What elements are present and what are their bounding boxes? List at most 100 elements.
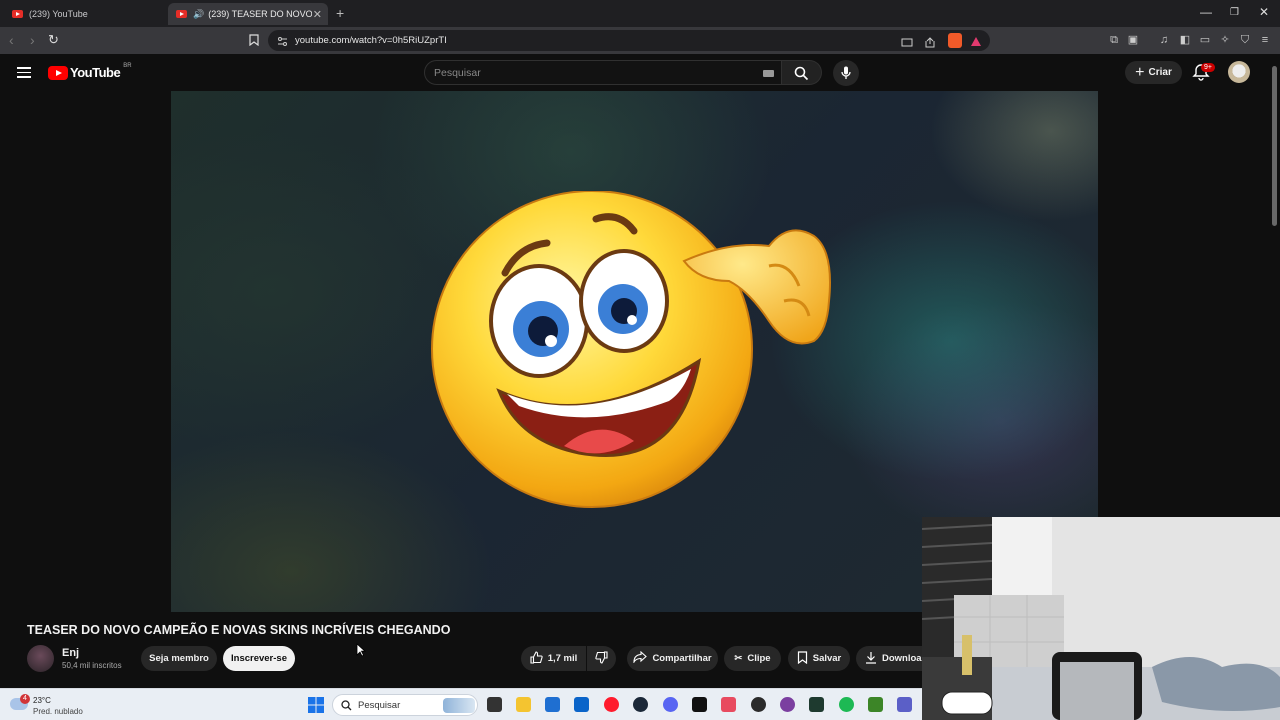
webcam-overlay (922, 517, 1280, 720)
youtube-header: YouTube BR + Criar (0, 54, 1270, 91)
download-label: Download (882, 653, 928, 664)
new-tab-button[interactable]: + (336, 5, 344, 21)
youtube-favicon-icon (176, 10, 187, 18)
site-settings-icon[interactable] (277, 34, 288, 52)
leo-ai-icon[interactable]: ✧ (1219, 34, 1231, 46)
minecraft-icon[interactable] (868, 697, 883, 712)
mouse-cursor-icon (356, 643, 366, 657)
dislike-button[interactable] (587, 646, 616, 671)
create-button[interactable]: + Criar (1125, 61, 1182, 84)
close-window-button[interactable]: ✕ (1259, 5, 1269, 19)
logo-wordmark: YouTube (70, 65, 121, 80)
minimize-window-button[interactable]: — (1200, 5, 1212, 19)
steam-icon[interactable] (633, 697, 648, 712)
join-label: Seja membro (149, 653, 209, 664)
menu-icon[interactable]: ≡ (1259, 34, 1271, 46)
reload-button[interactable]: ↻ (48, 32, 59, 48)
windows-taskbar: 4 23°C Pred. nublado Pesquisar (0, 688, 922, 720)
join-membership-button[interactable]: Seja membro (141, 646, 217, 671)
tab-youtube-home[interactable]: (239) YouTube (4, 3, 164, 25)
search-icon (794, 66, 809, 81)
address-bar[interactable]: youtube.com/watch?v=0h5RiUZprTI (268, 30, 990, 51)
share-page-icon[interactable] (924, 35, 936, 53)
search-button[interactable] (782, 60, 822, 85)
scrollbar-thumb[interactable] (1272, 66, 1277, 226)
brave-shields-icon[interactable] (948, 33, 962, 48)
outlook-icon[interactable] (574, 697, 589, 712)
teams-icon[interactable] (897, 697, 912, 712)
taskbar-search-label: Pesquisar (358, 700, 401, 711)
twitch-icon[interactable] (780, 697, 795, 712)
share-arrow-icon (633, 650, 648, 666)
close-tab-icon[interactable]: ✕ (313, 8, 322, 21)
share-label: Compartilhar (652, 653, 712, 664)
subscribe-label: Inscrever-se (231, 653, 287, 664)
scissors-icon: ✂ (734, 653, 743, 664)
clip-button[interactable]: ✂ Clipe (724, 646, 781, 671)
subscribe-button[interactable]: Inscrever-se (223, 646, 295, 671)
vpn-shield-icon[interactable]: ⛉ (1239, 34, 1251, 46)
clip-label: Clipe (747, 653, 771, 664)
microsoft-store-icon[interactable] (545, 697, 560, 712)
channel-name[interactable]: Enj (62, 647, 79, 659)
subscriber-count: 50,4 mil inscritos (62, 661, 122, 670)
typora-icon[interactable] (721, 697, 736, 712)
youtube-favicon-icon (12, 10, 23, 18)
save-label: Salvar (812, 653, 842, 664)
tiktok-icon[interactable] (692, 697, 707, 712)
voice-search-button[interactable] (833, 60, 859, 86)
account-avatar[interactable] (1228, 61, 1250, 83)
windows-start-icon[interactable] (308, 697, 324, 718)
download-icon (865, 651, 877, 667)
like-button[interactable]: 1,7 mil (521, 646, 586, 671)
share-button[interactable]: Compartilhar (627, 646, 718, 671)
bookmark-save-icon (797, 650, 808, 667)
media-control-icon[interactable]: ♫ (1158, 34, 1170, 46)
guide-menu-button[interactable] (17, 67, 31, 78)
extensions-icon[interactable]: ⧉ (1108, 34, 1120, 46)
weather-badge: 4 (20, 694, 30, 704)
thumbs-down-icon (595, 650, 608, 667)
restore-window-button[interactable]: ❐ (1230, 7, 1239, 18)
notification-badge: 9+ (1201, 63, 1215, 72)
opera-icon[interactable] (604, 697, 619, 712)
region-code: BR (123, 62, 132, 69)
thumbs-up-icon (530, 650, 543, 667)
tab-label: (239) TEASER DO NOVO CAMPEÃO (208, 9, 313, 19)
webcam-bedroom-image (922, 517, 1280, 720)
wallet-icon[interactable]: ▭ (1199, 34, 1211, 46)
brave-browser-icon[interactable] (751, 697, 766, 712)
speaker-icon[interactable]: 🔊 (193, 9, 204, 20)
discord-icon[interactable] (663, 697, 678, 712)
weather-description: Pred. nublado (33, 707, 83, 716)
download-button[interactable]: Download (856, 646, 928, 671)
tab-current-video[interactable]: 🔊 (239) TEASER DO NOVO CAMPEÃO ✕ (168, 3, 328, 25)
microphone-icon (841, 66, 851, 79)
url-text: youtube.com/watch?v=0h5RiUZprTI (295, 35, 447, 46)
taskbar-search[interactable]: Pesquisar (332, 694, 478, 716)
tab-search-icon[interactable]: ▣ (1127, 34, 1139, 46)
search-input[interactable] (434, 65, 734, 81)
tab-label: (239) YouTube (29, 9, 88, 19)
sidebar-toggle-icon[interactable]: ◧ (1179, 34, 1191, 46)
thinking-emoji-thumbnail (431, 191, 831, 508)
brave-rewards-icon[interactable] (970, 34, 982, 52)
search-box (424, 60, 782, 85)
spotify-icon[interactable] (839, 697, 854, 712)
bookmark-icon[interactable] (248, 34, 260, 47)
browser-tab-bar: (239) YouTube 🔊 (239) TEASER DO NOVO CAM… (0, 0, 1280, 27)
forward-button[interactable]: › (30, 32, 35, 48)
game-launcher-icon[interactable] (809, 697, 824, 712)
keyboard-icon[interactable] (763, 70, 774, 77)
task-view-icon[interactable] (487, 697, 502, 712)
weather-temperature: 23°C (33, 696, 51, 705)
cast-icon[interactable] (901, 35, 913, 53)
youtube-logo[interactable]: YouTube BR (48, 62, 132, 80)
video-title: TEASER DO NOVO CAMPEÃO E NOVAS SKINS INC… (27, 623, 451, 637)
save-button[interactable]: Salvar (788, 646, 850, 671)
back-button[interactable]: ‹ (9, 32, 14, 48)
browser-toolbar: ‹ › ↻ youtube.com/watch?v=0h5RiUZprTI ⧉ … (0, 27, 1280, 54)
plus-icon: + (1135, 63, 1145, 81)
channel-avatar[interactable] (27, 645, 54, 672)
file-explorer-icon[interactable] (516, 697, 531, 712)
